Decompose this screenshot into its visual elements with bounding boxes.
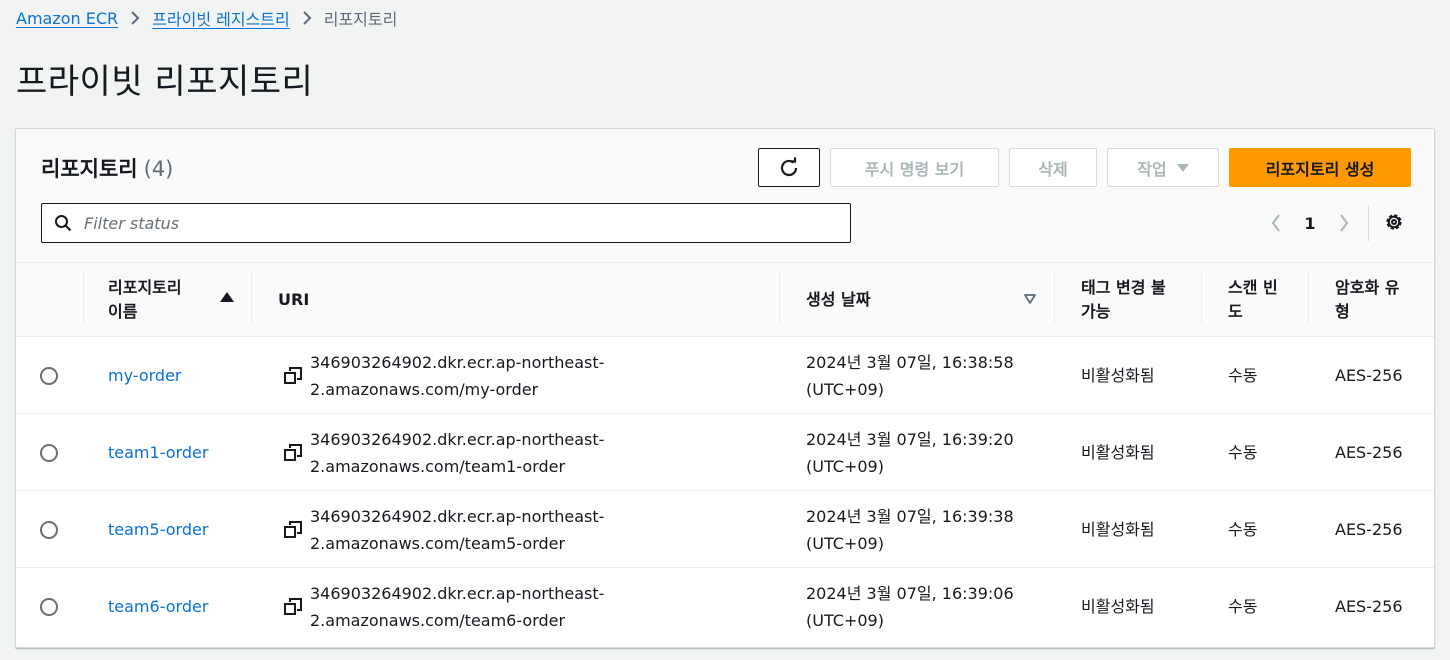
repository-uri-line1: 346903264902.dkr.ecr.ap-northeast-	[310, 352, 605, 372]
repository-uri-line2: 2.amazonaws.com/team5-order	[310, 533, 566, 553]
scan-frequency-value: 수동	[1228, 597, 1258, 616]
tag-immutability-value: 비활성화됨	[1081, 443, 1155, 462]
refresh-icon	[778, 157, 800, 179]
copy-icon[interactable]	[284, 366, 302, 385]
repository-uri-line1: 346903264902.dkr.ecr.ap-northeast-	[310, 506, 605, 526]
column-header-encryption-line1: 암호화 유	[1335, 278, 1400, 297]
copy-icon[interactable]	[284, 597, 302, 616]
created-date-line1: 2024년 3월 07일, 16:39:38	[806, 506, 1014, 526]
repository-uri-line2: 2.amazonaws.com/my-order	[310, 379, 539, 399]
create-repository-button[interactable]: 리포지토리 생성	[1229, 148, 1411, 187]
tag-immutability-value: 비활성화됨	[1081, 597, 1155, 616]
row-select-radio[interactable]	[40, 568, 58, 645]
pager-divider	[1368, 205, 1369, 241]
container-title: 리포지토리 (4)	[41, 153, 173, 183]
repository-name-link[interactable]: team5-order	[108, 516, 208, 543]
search-icon	[54, 214, 72, 232]
previous-page-icon[interactable]	[1266, 214, 1286, 232]
created-date-line2: (UTC+09)	[806, 456, 884, 476]
current-page-number[interactable]: 1	[1286, 214, 1334, 233]
column-header-name-line1: 리포지토리	[108, 278, 182, 297]
column-header-encryption-line2: 형	[1335, 302, 1350, 321]
refresh-button[interactable]	[758, 148, 820, 187]
breadcrumb-amazon-ecr[interactable]: Amazon ECR	[16, 9, 118, 28]
created-date-line2: (UTC+09)	[806, 379, 884, 399]
caret-down-icon	[1176, 161, 1189, 175]
column-header-immutability-line1: 태그 변경 불	[1081, 278, 1166, 297]
table-row[interactable]: my-order 346903264902.dkr.ecr.ap-northea…	[16, 337, 1434, 414]
column-header-scan-line1: 스캔 빈	[1228, 278, 1278, 297]
copy-icon[interactable]	[284, 443, 302, 462]
column-header-scan-frequency[interactable]: 스캔 빈 도	[1202, 263, 1309, 337]
column-header-immutability[interactable]: 태그 변경 불 가능	[1055, 263, 1202, 337]
column-header-created-label: 생성 날짜	[806, 290, 871, 309]
repositories-table-container: 리포지토리 (4) 푸시 명령 보기 삭제 작업 리포지토리 생성 Filter…	[15, 128, 1435, 648]
column-header-name[interactable]: 리포지토리 이름	[84, 263, 252, 337]
delete-button[interactable]: 삭제	[1009, 148, 1097, 187]
sort-caret-down-icon[interactable]	[1024, 294, 1036, 304]
next-page-icon[interactable]	[1334, 214, 1354, 232]
breadcrumb-private-registry[interactable]: 프라이빗 레지스트리	[152, 6, 290, 30]
table-header-row: 리포지토리 이름 URI 생성 날짜 태그 변경 불 가능 스캔 빈 도 암호화…	[16, 263, 1434, 337]
column-header-encryption[interactable]: 암호화 유 형	[1309, 263, 1434, 337]
filter-box	[41, 203, 851, 243]
column-header-uri-label: URI	[278, 290, 310, 309]
repository-name-link[interactable]: my-order	[108, 362, 182, 389]
table-row[interactable]: team1-order 346903264902.dkr.ecr.ap-nort…	[16, 414, 1434, 491]
chevron-right-icon	[302, 11, 312, 25]
repository-uri-line1: 346903264902.dkr.ecr.ap-northeast-	[310, 583, 605, 603]
actions-dropdown-button[interactable]: 작업	[1107, 148, 1219, 187]
scan-frequency-value: 수동	[1228, 520, 1258, 539]
container-title-text: 리포지토리	[41, 157, 138, 181]
view-push-commands-button[interactable]: 푸시 명령 보기	[830, 148, 999, 187]
column-header-name-line2: 이름	[108, 302, 138, 321]
created-date-line2: (UTC+09)	[806, 610, 884, 630]
pagination: 1	[1266, 209, 1354, 237]
copy-icon[interactable]	[284, 520, 302, 539]
repository-uri-line2: 2.amazonaws.com/team6-order	[310, 610, 566, 630]
column-header-uri[interactable]: URI	[252, 263, 780, 337]
column-header-scan-line2: 도	[1228, 302, 1243, 321]
encryption-type-value: AES-256	[1335, 597, 1403, 616]
repository-uri-line1: 346903264902.dkr.ecr.ap-northeast-	[310, 429, 605, 449]
actions-label: 작업	[1137, 159, 1167, 179]
scan-frequency-value: 수동	[1228, 366, 1258, 385]
created-date-line1: 2024년 3월 07일, 16:39:06	[806, 583, 1014, 603]
select-column-header	[16, 263, 84, 337]
breadcrumb-current: 리포지토리	[323, 10, 398, 29]
repository-name-link[interactable]: team6-order	[108, 593, 208, 620]
repository-name-link[interactable]: team1-order	[108, 439, 208, 466]
scan-frequency-value: 수동	[1228, 443, 1258, 462]
chevron-right-icon	[130, 11, 140, 25]
filter-input[interactable]	[84, 213, 804, 233]
encryption-type-value: AES-256	[1335, 520, 1403, 539]
created-date-line2: (UTC+09)	[806, 533, 884, 553]
table-row[interactable]: team5-order 346903264902.dkr.ecr.ap-nort…	[16, 491, 1434, 568]
created-date-line1: 2024년 3월 07일, 16:39:20	[806, 429, 1014, 449]
column-header-created[interactable]: 생성 날짜	[780, 263, 1055, 337]
gear-icon[interactable]	[1383, 211, 1405, 237]
encryption-type-value: AES-256	[1335, 366, 1403, 385]
row-select-radio[interactable]	[40, 414, 58, 491]
tag-immutability-value: 비활성화됨	[1081, 520, 1155, 539]
page-title: 프라이빗 리포지토리	[16, 62, 314, 102]
repository-uri-line2: 2.amazonaws.com/team1-order	[310, 456, 566, 476]
tag-immutability-value: 비활성화됨	[1081, 366, 1155, 385]
column-header-immutability-line2: 가능	[1081, 302, 1111, 321]
sort-ascending-icon[interactable]	[220, 292, 234, 302]
table-header-area: 리포지토리 (4) 푸시 명령 보기 삭제 작업 리포지토리 생성 Filter…	[16, 129, 1434, 263]
created-date-line1: 2024년 3월 07일, 16:38:58	[806, 352, 1014, 372]
table-row[interactable]: team6-order 346903264902.dkr.ecr.ap-nort…	[16, 568, 1434, 645]
row-select-radio[interactable]	[40, 491, 58, 568]
breadcrumb: Amazon ECR 프라이빗 레지스트리 리포지토리	[16, 6, 397, 30]
row-select-radio[interactable]	[40, 337, 58, 414]
encryption-type-value: AES-256	[1335, 443, 1403, 462]
repository-count: (4)	[143, 157, 174, 181]
